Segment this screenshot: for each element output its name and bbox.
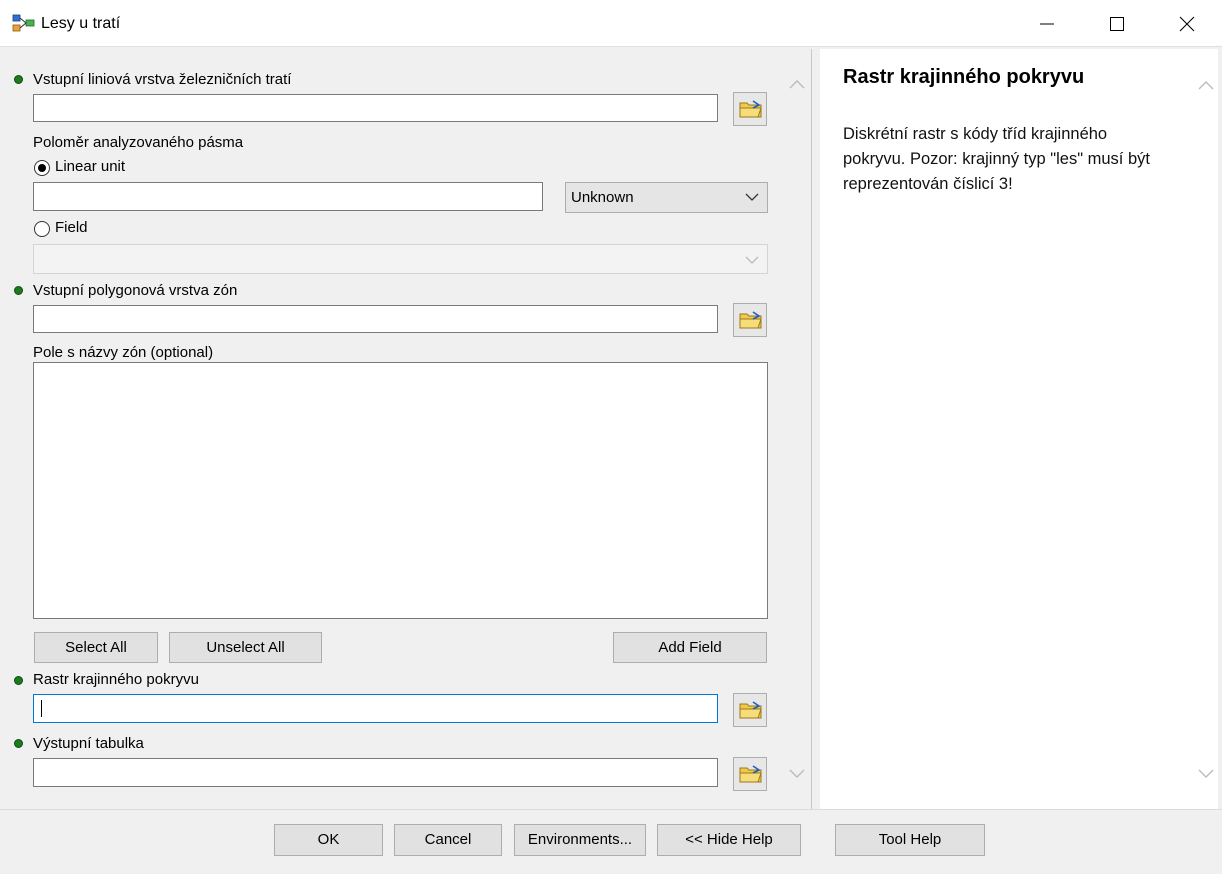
railway-layer-label: Vstupní liniová vrstva železničních trat… [33, 71, 292, 88]
window-title: Lesy u tratí [41, 15, 121, 32]
unselect-all-button[interactable]: Unselect All [169, 632, 322, 663]
field-label: Field [55, 219, 88, 236]
landcover-raster-input[interactable] [33, 694, 718, 723]
select-all-button[interactable]: Select All [34, 632, 158, 663]
unit-dropdown[interactable]: Unknown [565, 182, 768, 213]
output-table-input[interactable] [33, 758, 718, 787]
required-parameter-dot [14, 739, 23, 748]
required-parameter-dot [14, 676, 23, 685]
landcover-raster-browse-button[interactable] [733, 693, 767, 727]
close-icon [1179, 16, 1195, 32]
scroll-down-button[interactable] [787, 766, 807, 782]
maximize-button[interactable] [1082, 0, 1152, 47]
help-scroll-down-button[interactable] [1196, 766, 1216, 786]
help-scroll-up-button[interactable] [1196, 77, 1216, 97]
chevron-up-icon [789, 80, 805, 89]
minimize-icon [1040, 23, 1054, 25]
add-field-button[interactable]: Add Field [613, 632, 767, 663]
zone-names-field-list[interactable] [33, 362, 768, 619]
chevron-down-icon [745, 193, 759, 201]
open-folder-icon [739, 100, 762, 118]
railway-layer-input[interactable] [33, 94, 718, 122]
help-title: Rastr krajinného pokryvu [843, 66, 1085, 88]
required-parameter-dot [14, 75, 23, 84]
linear-unit-label: Linear unit [55, 158, 126, 175]
buffer-radius-label: Poloměr analyzovaného pásma [33, 134, 244, 151]
field-dropdown[interactable] [33, 244, 768, 274]
minimize-button[interactable] [1012, 0, 1082, 47]
unit-dropdown-value: Unknown [571, 189, 634, 206]
chevron-down-icon [745, 256, 759, 264]
text-cursor [41, 700, 42, 717]
zone-layer-browse-button[interactable] [733, 303, 767, 337]
chevron-down-icon [1198, 769, 1214, 778]
ok-button[interactable]: OK [274, 824, 383, 856]
title-bar: Lesy u tratí [0, 0, 1222, 47]
chevron-up-icon [1198, 81, 1214, 90]
linear-unit-value-input[interactable] [33, 182, 543, 211]
landcover-raster-label: Rastr krajinného pokryvu [33, 671, 199, 688]
open-folder-icon [739, 311, 762, 329]
chevron-down-icon [789, 769, 805, 778]
environments-button[interactable]: Environments... [514, 824, 646, 856]
field-radio[interactable] [34, 221, 50, 237]
linear-unit-radio[interactable] [34, 160, 50, 176]
zone-layer-input[interactable] [33, 305, 718, 333]
maximize-icon [1110, 17, 1124, 31]
output-table-browse-button[interactable] [733, 757, 767, 791]
open-folder-icon [739, 701, 762, 719]
scroll-up-button[interactable] [787, 76, 807, 92]
model-tool-icon [12, 14, 36, 34]
tool-help-button[interactable]: Tool Help [835, 824, 985, 856]
zone-layer-label: Vstupní polygonová vrstva zón [33, 282, 238, 299]
hide-help-button[interactable]: << Hide Help [657, 824, 801, 856]
cancel-button[interactable]: Cancel [394, 824, 502, 856]
required-parameter-dot [14, 286, 23, 295]
help-scrollbar[interactable] [1194, 49, 1218, 809]
open-folder-icon [739, 765, 762, 783]
railway-layer-browse-button[interactable] [733, 92, 767, 126]
close-button[interactable] [1152, 0, 1222, 47]
help-text: Diskrétní rastr s kódy tříd krajinného p… [843, 125, 1150, 193]
output-table-label: Výstupní tabulka [33, 735, 144, 752]
zone-names-field-label: Pole s názvy zón (optional) [33, 344, 214, 361]
